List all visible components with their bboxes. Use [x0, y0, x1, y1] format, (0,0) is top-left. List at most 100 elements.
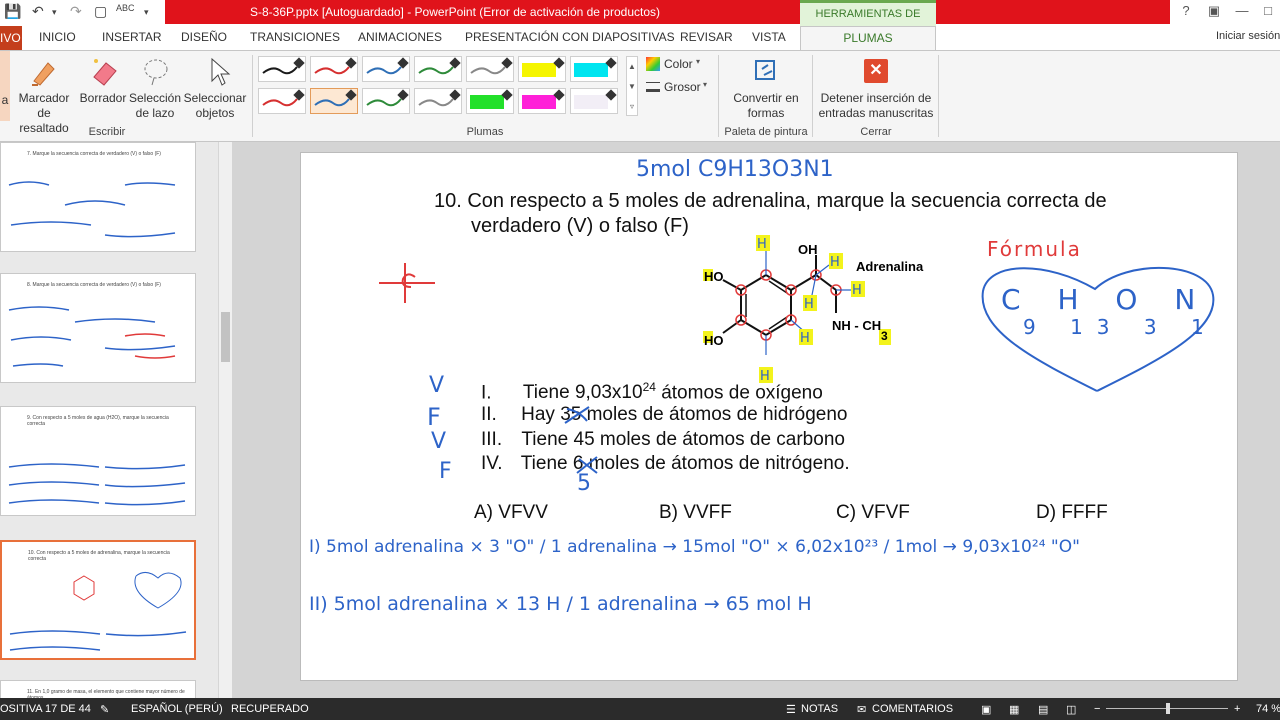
slide-thumbnail[interactable]: 7. Marque la secuencia correcta de verda… [0, 142, 196, 252]
help-icon[interactable]: ? [1172, 3, 1200, 18]
restore-icon[interactable]: □ [1254, 3, 1280, 18]
svg-text:H: H [852, 283, 862, 298]
thumbnail-ink [9, 572, 187, 651]
comments-button[interactable]: COMENTARIOS [872, 703, 953, 715]
gallery-scroll[interactable]: ▲ ▼ ▿ [626, 56, 638, 116]
slide: 10. Con respecto a 5 moles de adrenalina… [300, 152, 1238, 681]
pen-swatch[interactable] [362, 88, 410, 114]
notes-icon[interactable]: ☰ [786, 703, 796, 716]
highlighter-button[interactable]: Marcador de resaltado [12, 55, 76, 135]
comments-icon[interactable]: ✉ [857, 703, 866, 716]
language-label[interactable]: ESPAÑOL (PERÚ) [131, 703, 223, 715]
color-palette-icon [646, 57, 660, 71]
slide-thumbnail-selected[interactable]: 10. Con respecto a 5 moles de adrenalina… [0, 540, 196, 660]
cursor-icon [211, 57, 231, 86]
line-weight-icon [646, 82, 660, 92]
undo-icon[interactable]: ↶ [32, 3, 44, 20]
pen-swatch[interactable] [310, 56, 358, 82]
pen-tools-context-label: HERRAMIENTAS DE LÁPIZ [800, 0, 936, 42]
eraser-icon [93, 59, 117, 86]
zoom-in-icon[interactable]: + [1234, 703, 1240, 715]
pen-swatch[interactable] [570, 88, 618, 114]
thumbnail-text: 10. Con respecto a 5 moles de adrenalina… [28, 550, 170, 562]
tab-presentacion[interactable]: PRESENTACIÓN CON DIAPOSITIVAS [465, 30, 675, 44]
convert-to-shapes-button[interactable]: Convertir en formas [724, 55, 808, 125]
tab-animaciones[interactable]: ANIMACIONES [358, 30, 442, 44]
presentation-icon[interactable]: ▢ [94, 3, 107, 20]
adrenaline-structure: H H H H H H [703, 235, 891, 384]
zoom-slider-thumb[interactable] [1166, 703, 1170, 714]
thumbnail-scrollbar[interactable] [218, 142, 232, 698]
pen-swatch[interactable] [362, 56, 410, 82]
lasso-icon [144, 59, 168, 86]
pen-swatch[interactable] [466, 56, 514, 82]
save-icon[interactable]: 💾 [4, 3, 21, 20]
lasso-label: Selección de lazo [128, 91, 182, 120]
pen-swatch[interactable] [570, 56, 618, 82]
zoom-out-icon[interactable]: − [1094, 703, 1100, 715]
highlighter-stroke [470, 95, 504, 109]
lasso-button[interactable]: Selección de lazo [128, 55, 182, 125]
slide-sorter-icon[interactable]: ▦ [1009, 703, 1019, 716]
group-separator [718, 55, 719, 137]
chevron-down-icon: ▾ [696, 57, 701, 66]
statement-2: II. Hay 35 moles de átomos de hidrógeno [481, 404, 848, 426]
stop-ink-label: Detener inserción de entradas manuscrita… [818, 91, 934, 120]
stop-ink-button[interactable]: ✕ Detener inserción de entradas manuscri… [816, 55, 936, 125]
pen-swatch[interactable] [466, 88, 514, 114]
slideshow-icon[interactable]: ◫ [1066, 703, 1076, 716]
reading-view-icon[interactable]: ▤ [1038, 703, 1048, 716]
pen-weight-button[interactable]: Grosor ▾ [646, 80, 716, 98]
pen-swatch[interactable] [518, 88, 566, 114]
notes-button[interactable]: NOTAS [801, 703, 838, 715]
pen-swatch[interactable] [518, 56, 566, 82]
redo-icon[interactable]: ↷ [70, 3, 82, 20]
slide-thumbnail[interactable]: 9. Con respecto a 5 moles de agua (H2O),… [0, 406, 196, 516]
pen-swatch[interactable] [414, 88, 462, 114]
tab-diseno[interactable]: DISEÑO [181, 30, 227, 44]
spell-check-icon[interactable]: ✎ [100, 703, 109, 716]
pen-swatch[interactable] [258, 88, 306, 114]
pen-swatch[interactable] [258, 56, 306, 82]
pen-color-button[interactable]: Color ▾ [646, 57, 716, 75]
undo-dropdown-icon[interactable]: ▾ [52, 7, 57, 18]
minimize-icon[interactable]: — [1228, 3, 1256, 18]
spelling-icon[interactable]: ABC [116, 3, 135, 13]
pen-swatch[interactable] [414, 56, 462, 82]
tab-plumas[interactable]: PLUMAS [800, 26, 936, 50]
ink-correction-5: 5 [577, 471, 591, 496]
ink-calc-line-2: II) 5mol adrenalina × 13 H / 1 adrenalin… [309, 593, 812, 615]
ink-mark-1: V [429, 373, 445, 398]
highlighter-stroke [574, 63, 608, 77]
tab-transiciones[interactable]: TRANSICIONES [250, 30, 340, 44]
tab-revisar[interactable]: REVISAR [680, 30, 733, 44]
ribbon-display-icon[interactable]: ▣ [1200, 3, 1228, 19]
eraser-button[interactable]: Borrador [76, 55, 130, 125]
tab-vista[interactable]: VISTA [752, 30, 786, 44]
select-objects-label: Seleccionar objetos [183, 91, 247, 120]
tab-inicio[interactable]: INICIO [39, 30, 76, 44]
recovered-label: RECUPERADO [231, 703, 309, 715]
svg-text:H: H [757, 237, 767, 252]
pen-swatch[interactable] [310, 88, 358, 114]
group-separator [938, 55, 939, 137]
slide-counter: OSITIVA 17 DE 44 [0, 703, 91, 715]
normal-view-icon[interactable]: ▣ [981, 703, 991, 716]
slide-thumbnail[interactable]: 8. Marque la secuencia correcta de verda… [0, 273, 196, 383]
convert-shapes-icon [755, 60, 775, 80]
subscript-3: 3 [881, 329, 888, 343]
statement-rest: átomos de oxígeno [655, 382, 823, 404]
escribir-group-label: Escribir [88, 126, 126, 138]
statement-4: IV. Tiene 6 moles de átomos de nitrógeno… [481, 453, 850, 475]
tab-insertar[interactable]: INSERTAR [102, 30, 162, 44]
ink-strike-35 [564, 406, 590, 424]
sign-in-link[interactable]: Iniciar sesión [1216, 30, 1280, 42]
thumbnail-text: 7. Marque la secuencia correcta de verda… [27, 151, 161, 157]
customize-qat-icon[interactable]: ▾ [144, 7, 149, 18]
zoom-level[interactable]: 74 % [1256, 703, 1280, 715]
select-objects-button[interactable]: Seleccionar objetos [182, 55, 248, 125]
thumbnail-text: 8. Marque la secuencia correcta de verda… [27, 282, 161, 288]
statement-text: Tiene 9,03x10 [522, 382, 643, 404]
thumbnail-ink [8, 181, 176, 238]
tab-file[interactable]: IVO [0, 26, 22, 50]
